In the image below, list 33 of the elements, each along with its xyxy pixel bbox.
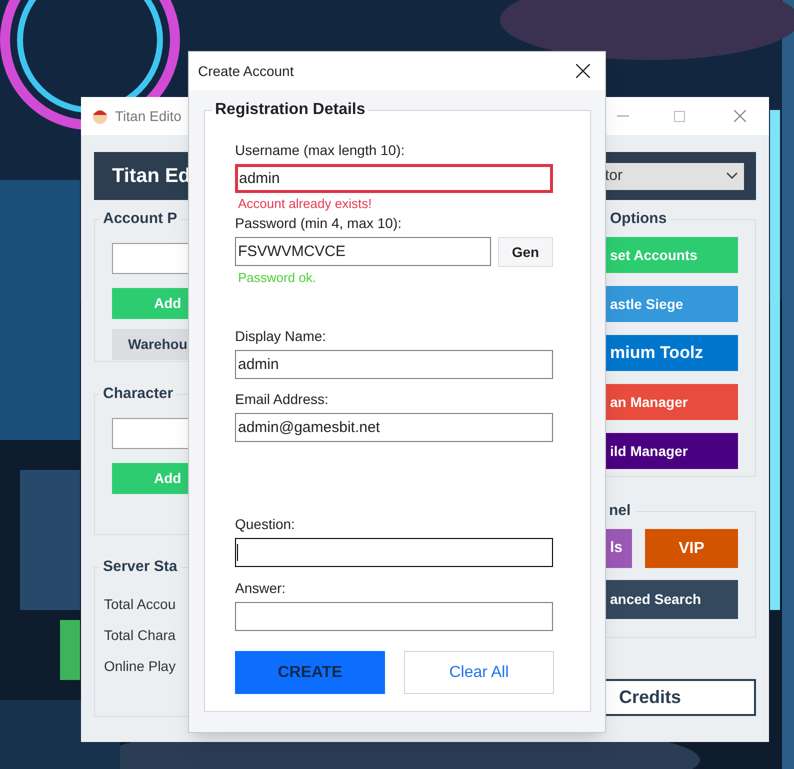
close-icon: [734, 110, 746, 122]
field-label: Username (max length 10):: [235, 141, 406, 160]
panel-title: nel: [608, 501, 632, 521]
text-field[interactable]: admin@gamesbit.net: [235, 413, 553, 442]
field-label: Password (min 4, max 10):: [235, 214, 402, 233]
panel-button[interactable]: VIP: [645, 529, 738, 568]
panel-title: Character: [102, 384, 174, 404]
field-label: Answer:: [235, 579, 287, 598]
panel-title: Options: [609, 209, 668, 229]
text-field[interactable]: admin: [235, 164, 553, 193]
text-field[interactable]: admin: [235, 350, 553, 379]
dialog-title: Create Account: [198, 62, 294, 80]
dropdown-value: tor: [605, 166, 623, 186]
minimize-icon: [617, 115, 629, 117]
panel-title: Registration Details: [214, 100, 366, 120]
stat-label: Total Accou: [104, 595, 177, 614]
validation-message: Password ok.: [237, 269, 316, 287]
validation-message: Account already exists!: [237, 195, 372, 213]
maximize-icon: [674, 110, 684, 122]
panel-title: Server Sta: [102, 557, 178, 577]
chevron-down-icon: [726, 172, 738, 180]
field-label: Question:: [235, 515, 296, 534]
field-label: Email Address:: [235, 390, 330, 409]
text-field[interactable]: [235, 602, 553, 631]
stat-label: Total Chara: [104, 626, 177, 645]
window-title: Titan Edito: [115, 106, 182, 126]
panel-title: Account P: [102, 209, 178, 229]
app-icon: [91, 107, 109, 125]
clear-button[interactable]: Clear All: [404, 651, 554, 694]
generate-button[interactable]: Gen: [498, 237, 553, 267]
close-icon: [576, 64, 590, 78]
text-field[interactable]: [235, 538, 553, 567]
text-field[interactable]: FSVWVMCVCE: [235, 237, 491, 266]
